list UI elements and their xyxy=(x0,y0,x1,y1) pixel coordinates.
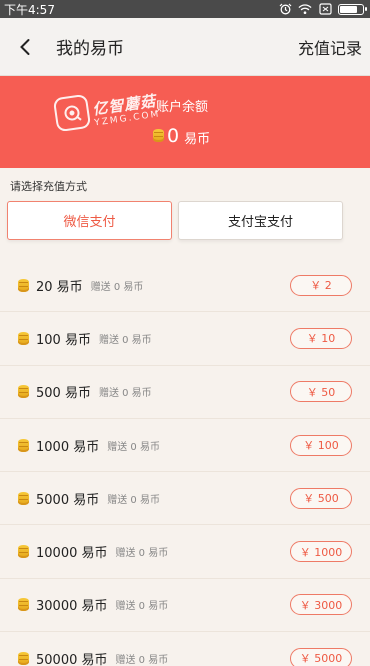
package-info: 100 易币 赠送 0 易币 xyxy=(18,329,290,348)
package-price-button[interactable]: ￥ 2 xyxy=(290,274,352,296)
package-bonus: 赠送 0 易币 xyxy=(98,388,152,400)
page-title: 我的易币 xyxy=(56,39,124,59)
package-amount: 30000 易币 xyxy=(36,599,108,615)
package-row[interactable]: 30000 易币 赠送 0 易币 ￥ 3000 xyxy=(0,578,370,633)
recharge-history-link[interactable]: 充值记录 xyxy=(298,35,362,59)
status-icons xyxy=(278,3,367,15)
package-price-button[interactable]: ￥ 500 xyxy=(290,487,352,509)
coin-icon xyxy=(18,651,29,665)
package-row[interactable]: 5000 易币 赠送 0 易币 ￥ 500 xyxy=(0,472,370,526)
package-amount: 100 易币 xyxy=(36,332,91,348)
package-info: 20 易币 赠送 0 易币 xyxy=(18,276,290,295)
package-info: 1000 易币 赠送 0 易币 xyxy=(18,436,290,455)
package-price-button[interactable]: ￥ 100 xyxy=(290,434,352,456)
nav-left: 我的易币 xyxy=(14,33,124,61)
coin-icon xyxy=(18,331,29,345)
logo-text: 亿智蘑菇 YZMG.COM xyxy=(91,92,161,130)
watermark-logo: 亿智蘑菇 YZMG.COM xyxy=(52,92,161,133)
package-info: 5000 易币 赠送 0 易币 xyxy=(18,489,290,508)
coin-icon xyxy=(18,385,29,399)
coin-icon xyxy=(18,491,29,505)
coin-icon xyxy=(18,438,29,452)
wechat-pay-button[interactable]: 微信支付 xyxy=(7,201,172,240)
package-bonus: 赠送 0 易币 xyxy=(115,548,169,560)
status-time: 下午4:57 xyxy=(4,2,55,17)
package-bonus: 赠送 0 易币 xyxy=(107,494,160,506)
package-amount: 5000 易币 xyxy=(36,492,100,508)
coin-icon xyxy=(18,545,29,559)
package-price-button[interactable]: ￥ 1000 xyxy=(290,541,352,563)
package-amount: 1000 易币 xyxy=(36,439,100,455)
package-info: 10000 易币 赠送 0 易币 xyxy=(18,542,290,561)
wifi-icon xyxy=(298,3,312,15)
package-price-button[interactable]: ￥ 5000 xyxy=(290,647,352,666)
battery-icon xyxy=(338,3,367,15)
package-amount: 20 易币 xyxy=(36,279,83,295)
status-bar: 下午4:57 xyxy=(0,0,370,18)
package-bonus: 赠送 0 易币 xyxy=(107,441,160,453)
balance-amount: 0 xyxy=(167,124,180,147)
balance-row: 0 易币 xyxy=(153,124,210,147)
back-arrow-icon[interactable] xyxy=(14,33,36,61)
screen: 下午4:57 我的易币 充值记录 亿智蘑菇 YZMG.COM 账户余额 0 易币… xyxy=(0,0,370,666)
balance-label: 账户余额 xyxy=(156,100,209,115)
package-price-button[interactable]: ￥ 3000 xyxy=(290,594,352,616)
coin-icon xyxy=(153,129,164,142)
package-price-button[interactable]: ￥ 10 xyxy=(290,327,352,349)
coin-icon xyxy=(18,278,29,292)
alipay-button[interactable]: 支付宝支付 xyxy=(178,201,343,240)
package-amount: 50000 易币 xyxy=(36,652,108,666)
payment-method-options: 微信支付 支付宝支付 xyxy=(0,201,370,240)
package-row[interactable]: 20 易币 赠送 0 易币 ￥ 2 xyxy=(0,259,370,313)
package-bonus: 赠送 0 易币 xyxy=(98,334,152,346)
package-row[interactable]: 500 易币 赠送 0 易币 ￥ 50 xyxy=(0,365,370,419)
package-row[interactable]: 50000 易币 赠送 0 易币 ￥ 5000 xyxy=(0,632,370,666)
package-row[interactable]: 100 易币 赠送 0 易币 ￥ 10 xyxy=(0,312,370,366)
payment-method-label: 请选择充值方式 xyxy=(10,180,87,193)
package-info: 50000 易币 赠送 0 易币 xyxy=(18,649,290,666)
payment-method-section: 请选择充值方式 xyxy=(0,168,370,194)
package-bonus: 赠送 0 易币 xyxy=(115,654,169,666)
package-row[interactable]: 10000 易币 赠送 0 易币 ￥ 1000 xyxy=(0,525,370,579)
package-info: 30000 易币 赠送 0 易币 xyxy=(18,595,290,614)
balance-banner: 亿智蘑菇 YZMG.COM 账户余额 0 易币 xyxy=(0,76,370,168)
alarm-icon xyxy=(278,3,292,15)
package-amount: 500 易币 xyxy=(36,386,91,402)
package-row[interactable]: 1000 易币 赠送 0 易币 ￥ 100 xyxy=(0,418,370,473)
balance-unit: 易币 xyxy=(184,132,211,147)
package-bonus: 赠送 0 易币 xyxy=(115,601,169,613)
package-bonus: 赠送 0 易币 xyxy=(90,281,144,293)
logo-badge-icon xyxy=(52,93,92,133)
package-price-button[interactable]: ￥ 50 xyxy=(290,381,352,403)
package-amount: 10000 易币 xyxy=(36,546,108,562)
top-navigation-bar: 我的易币 充值记录 xyxy=(0,18,370,76)
recharge-package-list: 20 易币 赠送 0 易币 ￥ 2 100 易币 赠送 0 易币 ￥ 10 500 易币 赠送… xyxy=(0,259,370,666)
package-info: 500 易币 赠送 0 易币 xyxy=(18,382,290,401)
sim-icon xyxy=(318,3,332,15)
coin-icon xyxy=(18,598,29,612)
